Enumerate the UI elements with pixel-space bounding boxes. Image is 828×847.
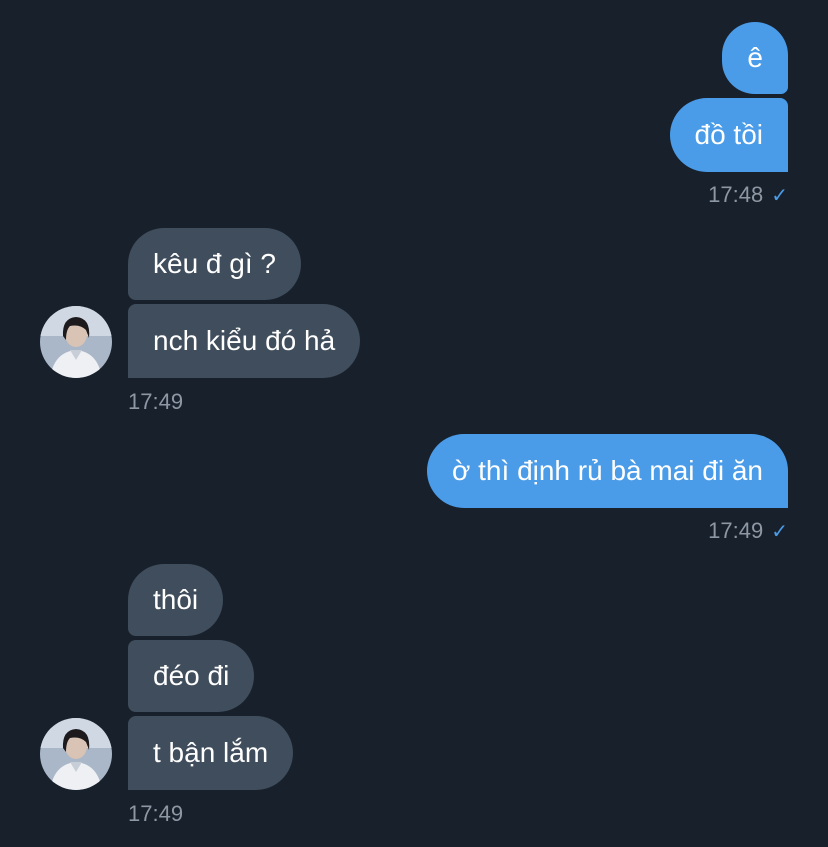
- chat-thread: ê đồ tồi 17:48 ✓ kêu đ gì ? nch kiểu đó …: [0, 0, 828, 847]
- message-text: đồ tồi: [694, 119, 764, 150]
- contact-avatar[interactable]: [40, 306, 112, 378]
- outgoing-message[interactable]: ờ thì định rủ bà mai đi ăn: [427, 434, 788, 508]
- message-text: ờ thì định rủ bà mai đi ăn: [452, 455, 763, 486]
- read-check-icon: ✓: [771, 520, 788, 543]
- message-text: ê: [747, 42, 763, 73]
- message-timestamp: 17:49: [128, 389, 184, 414]
- incoming-message[interactable]: t bận lắm: [128, 716, 294, 790]
- outgoing-message[interactable]: đồ tồi: [669, 98, 788, 172]
- message-text: nch kiểu đó hả: [153, 325, 336, 356]
- read-check-icon: ✓: [771, 184, 788, 207]
- message-text: kêu đ gì ?: [153, 248, 276, 279]
- incoming-message[interactable]: kêu đ gì ?: [128, 228, 301, 300]
- avatar-photo-icon: [40, 306, 112, 378]
- message-timestamp: 17:49 ✓: [708, 518, 788, 543]
- message-timestamp: 17:48 ✓: [708, 182, 788, 207]
- message-timestamp: 17:49: [128, 801, 184, 826]
- message-text: t bận lắm: [153, 737, 269, 768]
- contact-avatar[interactable]: [40, 718, 112, 790]
- message-text: đéo đi: [153, 660, 230, 691]
- message-text: thôi: [153, 584, 199, 615]
- avatar-photo-icon: [40, 718, 112, 790]
- incoming-message[interactable]: nch kiểu đó hả: [128, 304, 361, 378]
- outgoing-message[interactable]: ê: [722, 22, 788, 94]
- incoming-message[interactable]: đéo đi: [128, 640, 255, 712]
- incoming-message[interactable]: thôi: [128, 564, 224, 636]
